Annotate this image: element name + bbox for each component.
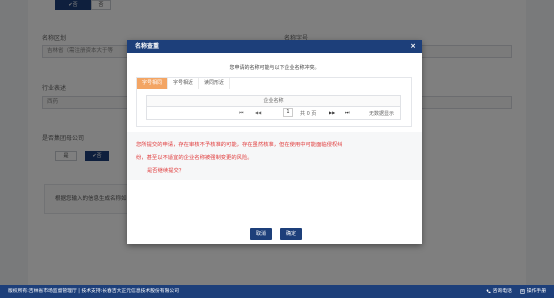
manual-link[interactable]: 操作手册 (520, 285, 546, 298)
warning-line-1: 您所提交的申请，存在审核不予核准的可能，存在虽然核准，但在使用中可能面临侵权纠 (136, 142, 343, 148)
page-number-input[interactable]: 1 (283, 108, 293, 117)
total-pages: 共 0 页 (300, 111, 317, 117)
empty-message: 无数据显示 (369, 111, 395, 117)
tab-homophone[interactable]: 读同形近 (199, 78, 231, 89)
footer: 版权所有:吉林省市场监督管理厅 | 技术支持:长春吉大正元信息技术股份有限公司 … (0, 285, 554, 298)
close-icon[interactable]: × (410, 40, 416, 53)
phone-icon (486, 289, 491, 294)
pager: ⏮ ◀◀ 1 共 0 页 ▶▶ ⏭ 无数据显示 (147, 107, 400, 119)
first-page-icon[interactable]: ⏮ (239, 110, 244, 116)
warning-line-2: 纷，甚至以不适宜的企业名称被强制变更的风险。 (136, 155, 253, 161)
dialog-subtitle: 您申请的名称可能与以下企业名称冲突。 (229, 65, 320, 71)
column-header-company-name: 企业名称 (147, 96, 400, 107)
confirm-button[interactable]: 确定 (280, 228, 302, 240)
next-page-icon[interactable]: ▶▶ (329, 110, 335, 115)
results-panel: 字号相同 字号相近 读同形近 企业名称 ⏮ ◀◀ 1 共 0 页 ▶▶ ⏭ 无数… (136, 77, 412, 127)
manual-label: 操作手册 (526, 289, 546, 294)
cancel-button[interactable]: 取消 (250, 228, 272, 240)
dialog-header: 名称查重 × (127, 40, 422, 53)
hotline-label: 咨询电话 (492, 289, 512, 294)
prev-page-icon[interactable]: ◀◀ (255, 110, 261, 115)
tab-same-name[interactable]: 字号相同 (137, 78, 169, 89)
results-table: 企业名称 ⏮ ◀◀ 1 共 0 页 ▶▶ ⏭ 无数据显示 (146, 95, 401, 120)
dialog-title: 名称查重 (135, 43, 160, 50)
last-page-icon[interactable]: ⏭ (345, 110, 350, 116)
warning-question: 是否继续提交？ (147, 168, 185, 174)
tab-bar: 字号相同 字号相近 读同形近 (137, 78, 411, 89)
footer-links: 咨询电话 操作手册 (486, 285, 546, 298)
name-check-dialog: 名称查重 × 您申请的名称可能与以下企业名称冲突。 字号相同 字号相近 读同形近… (127, 40, 422, 244)
book-icon (520, 289, 525, 294)
tab-similar-name[interactable]: 字号相近 (168, 78, 200, 89)
footer-copyright: 版权所有:吉林省市场监督管理厅 | 技术支持:长春吉大正元信息技术股份有限公司 (8, 289, 179, 294)
hotline-link[interactable]: 咨询电话 (486, 285, 512, 298)
warning-box: 您所提交的申请，存在审核不予核准的可能，存在虽然核准，但在使用中可能面临侵权纠 … (127, 132, 422, 180)
